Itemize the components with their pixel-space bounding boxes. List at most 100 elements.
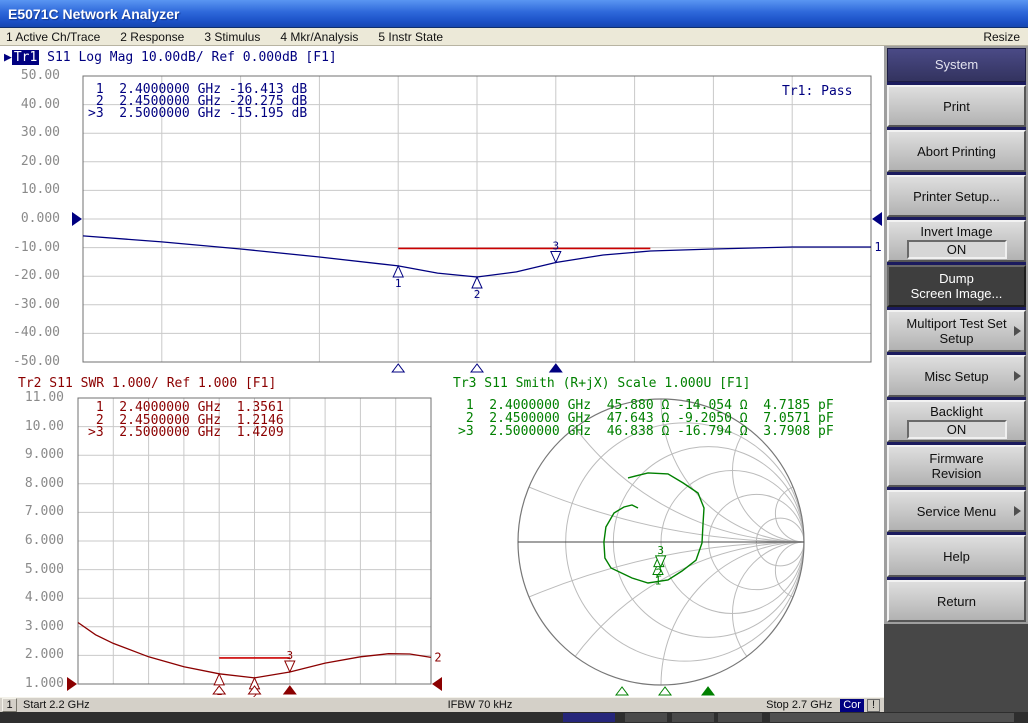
- softkey-backlight[interactable]: BacklightON: [887, 400, 1026, 442]
- correction-badge: Cor: [840, 699, 864, 712]
- tr1-marker-row: >3 2.5000000 GHz -15.195 dB: [88, 108, 307, 120]
- softkey-multiport-test-set-setup[interactable]: Multiport Test SetSetup: [887, 310, 1026, 352]
- tr1-pass-status: Tr1: Pass: [782, 84, 852, 99]
- menu-item-response[interactable]: 2 Response: [120, 30, 184, 44]
- tr2-tick: 8.000: [6, 477, 64, 491]
- tr1-tick: -20.00: [2, 269, 60, 283]
- tr2-tick: 9.000: [6, 448, 64, 462]
- softkey-printer-setup[interactable]: Printer Setup...: [887, 175, 1026, 217]
- softkey-firmware-revision[interactable]: FirmwareRevision: [887, 445, 1026, 487]
- status-strip-box: [672, 713, 714, 722]
- marker-stimulus-triangle: [284, 686, 296, 694]
- softkey-sidebar: System PrintAbort PrintingPrinter Setup.…: [884, 46, 1028, 712]
- ifbw-readout: IFBW 70 kHz: [380, 699, 580, 711]
- tr1-tick: 10.00: [2, 183, 60, 197]
- marker-stimulus-triangle: [392, 364, 404, 372]
- tr2-header[interactable]: Tr2 S11 SWR 1.000/ Ref 1.000 [F1]: [18, 376, 276, 391]
- tr2-tick: 4.000: [6, 591, 64, 605]
- tr1-tick: 50.00: [2, 69, 60, 83]
- tr1-tick: -40.00: [2, 326, 60, 340]
- svg-text:1: 1: [395, 277, 402, 290]
- tr2-tick: 11.00: [6, 391, 64, 405]
- tr1-marker-readout: 1 2.4000000 GHz -16.413 dB 2 2.4500000 G…: [88, 84, 307, 120]
- svg-text:3: 3: [657, 544, 664, 557]
- status-strip-box: [563, 713, 615, 722]
- ref-level-arrow-left: [67, 677, 77, 691]
- submenu-arrow-icon: [1014, 326, 1021, 336]
- svg-text:1: 1: [874, 240, 881, 254]
- menu-bar: 1 Active Ch/Trace 2 Response 3 Stimulus 4 M…: [0, 28, 1028, 46]
- marker-3: [551, 251, 561, 262]
- submenu-arrow-icon: [1014, 506, 1021, 516]
- softkey-dump-screen-image[interactable]: DumpScreen Image...: [887, 265, 1026, 307]
- menu-item-stimulus[interactable]: 3 Stimulus: [204, 30, 260, 44]
- svg-text:2: 2: [656, 567, 663, 580]
- ref-level-arrow-right: [432, 677, 442, 691]
- charts-svg[interactable]: 11232123123: [0, 46, 884, 697]
- tr3-header[interactable]: Tr3 S11 Smith (R+jX) Scale 1.000U [F1]: [453, 376, 750, 391]
- ref-level-arrow-left: [72, 212, 82, 226]
- softkey-invert-image[interactable]: Invert ImageON: [887, 220, 1026, 262]
- tr1-tick: 20.00: [2, 155, 60, 169]
- stop-frequency: Stop 2.7 GHz: [766, 699, 832, 711]
- tr1-tick: 0.000: [2, 212, 60, 226]
- softkey-area: System PrintAbort PrintingPrinter Setup.…: [884, 46, 1028, 624]
- tr2-tick: 10.00: [6, 420, 64, 434]
- softkey-help[interactable]: Help: [887, 535, 1026, 577]
- softkey-invert-image-state: ON: [907, 240, 1007, 259]
- tr1-tick: 40.00: [2, 98, 60, 112]
- marker-stimulus-triangle: [659, 687, 671, 695]
- marker-1: [214, 674, 224, 685]
- tr1-label: Tr1: [12, 50, 39, 65]
- instrument-status-strip: [0, 712, 1028, 723]
- status-bar: 1 Start 2.2 GHz IFBW 70 kHz Stop 2.7 GHz…: [0, 697, 884, 712]
- marker-3: [285, 661, 295, 672]
- tr2-tick: 2.000: [6, 648, 64, 662]
- softkey-return[interactable]: Return: [887, 580, 1026, 622]
- active-trace-arrow: ▶: [4, 50, 12, 65]
- softkey-menu-title: System: [887, 48, 1026, 82]
- ref-level-arrow-right: [872, 212, 882, 226]
- tr2-tick: 3.000: [6, 620, 64, 634]
- marker-stimulus-triangle: [471, 364, 483, 372]
- tr3-marker-row: >3 2.5000000 GHz 46.838 Ω -16.794 Ω 3.79…: [458, 425, 834, 438]
- softkey-abort-printing[interactable]: Abort Printing: [887, 130, 1026, 172]
- marker-stimulus-triangle: [702, 687, 714, 695]
- titlebar[interactable]: E5071C Network Analyzer: [0, 0, 1028, 28]
- tr2-marker-row: >3 2.5000000 GHz 1.4209: [88, 427, 284, 440]
- menu-item-active-ch-trace[interactable]: 1 Active Ch/Trace: [6, 30, 100, 44]
- softkey-misc-setup[interactable]: Misc Setup: [887, 355, 1026, 397]
- svg-text:2: 2: [434, 650, 441, 664]
- tr1-header[interactable]: ▶Tr1 S11 Log Mag 10.00dB/ Ref 0.000dB [F…: [4, 50, 337, 65]
- start-frequency: Start 2.2 GHz: [23, 699, 90, 711]
- svg-text:3: 3: [286, 649, 293, 662]
- tr2-tick: 5.000: [6, 563, 64, 577]
- tr1-format-text: S11 Log Mag 10.00dB/ Ref 0.000dB [F1]: [39, 50, 336, 65]
- marker-stimulus-triangle: [550, 364, 562, 372]
- softkey-service-menu[interactable]: Service Menu: [887, 490, 1026, 532]
- tr2-plot: 2123: [67, 398, 442, 697]
- window-title: E5071C Network Analyzer: [8, 6, 179, 22]
- tr1-tick: -30.00: [2, 298, 60, 312]
- resize-control[interactable]: Resize: [983, 30, 1020, 44]
- marker-stimulus-triangle: [616, 687, 628, 695]
- tr1-tick: 30.00: [2, 126, 60, 140]
- svg-text:2: 2: [474, 288, 481, 301]
- submenu-arrow-icon: [1014, 371, 1021, 381]
- tr2-marker-readout: 1 2.4000000 GHz 1.3561 2 2.4500000 GHz 1…: [88, 402, 284, 440]
- tr1-tick: -10.00: [2, 241, 60, 255]
- tr3-marker-readout: 1 2.4000000 GHz 45.880 Ω -14.054 Ω 4.718…: [458, 399, 834, 438]
- tr2-tick: 1.000: [6, 677, 64, 691]
- tr1-tick: -50.00: [2, 355, 60, 369]
- tr3-smith-chart: 1 2 3: [89, 46, 884, 697]
- menu-item-instr-state[interactable]: 5 Instr State: [378, 30, 443, 44]
- menu-item-mkr-analysis[interactable]: 4 Mkr/Analysis: [280, 30, 358, 44]
- softkey-print[interactable]: Print: [887, 85, 1026, 127]
- status-strip-box: [718, 713, 762, 722]
- status-strip-clock-box: [770, 713, 1014, 722]
- status-strip-box: [625, 713, 667, 722]
- channel-indicator: 1: [2, 698, 17, 712]
- softkey-backlight-state: ON: [907, 420, 1007, 439]
- svg-text:3: 3: [552, 239, 559, 252]
- marker-1: [393, 266, 403, 277]
